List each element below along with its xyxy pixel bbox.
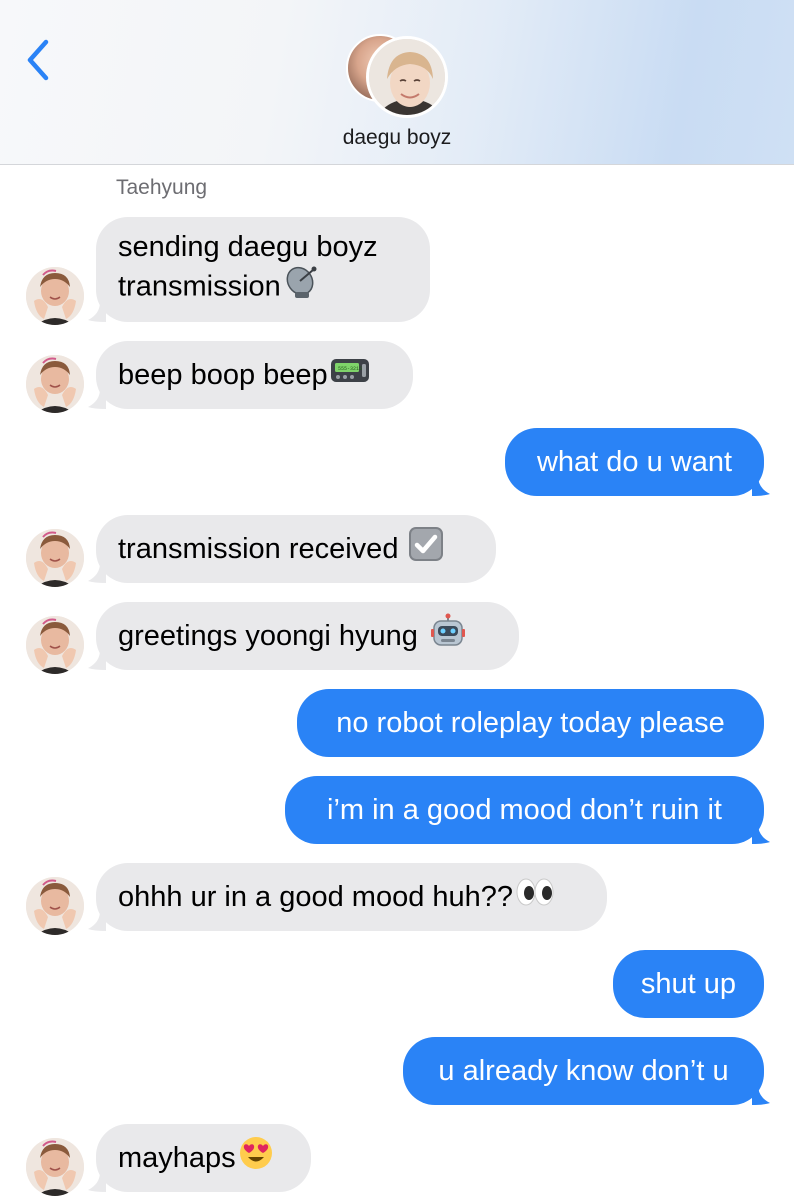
message-text: sending daegu boyz — [118, 231, 378, 263]
message-bubble[interactable]: u already know don’t u — [403, 1037, 764, 1105]
message-text: ohhh ur in a good mood huh?? — [118, 880, 514, 913]
message-bubble[interactable]: shut up — [613, 950, 764, 1018]
message-bubble[interactable]: mayhaps — [96, 1124, 311, 1192]
heart-eyes-icon — [238, 1135, 274, 1181]
message-text: transmission — [118, 270, 281, 303]
avatar[interactable] — [26, 529, 84, 587]
bubble-tail — [752, 1085, 770, 1105]
group-avatar[interactable] — [346, 34, 450, 118]
message-text: what do u want — [536, 445, 733, 478]
message-bubble[interactable]: sending daegu boyz transmission — [96, 217, 430, 322]
robot-icon — [430, 613, 466, 659]
conversation-header: daegu boyz — [0, 0, 794, 165]
svg-text:555-3215: 555-3215 — [338, 366, 362, 372]
message-bubble[interactable]: ohhh ur in a good mood huh?? — [96, 863, 607, 931]
avatar — [366, 36, 448, 118]
avatar[interactable] — [26, 267, 84, 325]
sender-name: Taehyung — [116, 176, 208, 199]
avatar[interactable] — [26, 1138, 84, 1196]
message-text: transmission received — [118, 532, 399, 565]
avatar[interactable] — [26, 355, 84, 413]
eyes-icon — [515, 877, 555, 917]
message-text: i’m in a good mood don’t ruin it — [327, 793, 722, 826]
message-bubble[interactable]: i’m in a good mood don’t ruin it — [285, 776, 764, 844]
message-text: greetings yoongi hyung — [118, 619, 418, 652]
message-text: beep boop beep — [118, 358, 328, 391]
bubble-tail — [752, 824, 770, 844]
message-text: shut up — [640, 967, 737, 1000]
satellite-antenna-icon — [283, 266, 321, 310]
group-name[interactable]: daegu boyz — [0, 126, 794, 150]
message-bubble[interactable]: no robot roleplay today please — [297, 689, 764, 757]
message-bubble[interactable]: greetings yoongi hyung — [96, 602, 519, 670]
message-text: u already know don’t u — [438, 1054, 729, 1087]
pager-icon: 555-3215 — [330, 356, 370, 394]
bubble-tail — [752, 476, 770, 496]
message-text: no robot roleplay today please — [336, 706, 725, 739]
avatar[interactable] — [26, 877, 84, 935]
chevron-left-icon — [27, 39, 49, 81]
message-bubble[interactable]: transmission received — [96, 515, 496, 583]
avatar[interactable] — [26, 616, 84, 674]
message-bubble[interactable]: what do u want — [505, 428, 764, 496]
message-bubble[interactable]: beep boop beep 555-3215 — [96, 341, 413, 409]
message-text: mayhaps — [118, 1141, 236, 1174]
back-button[interactable] — [22, 36, 56, 84]
check-box-icon — [408, 526, 444, 572]
